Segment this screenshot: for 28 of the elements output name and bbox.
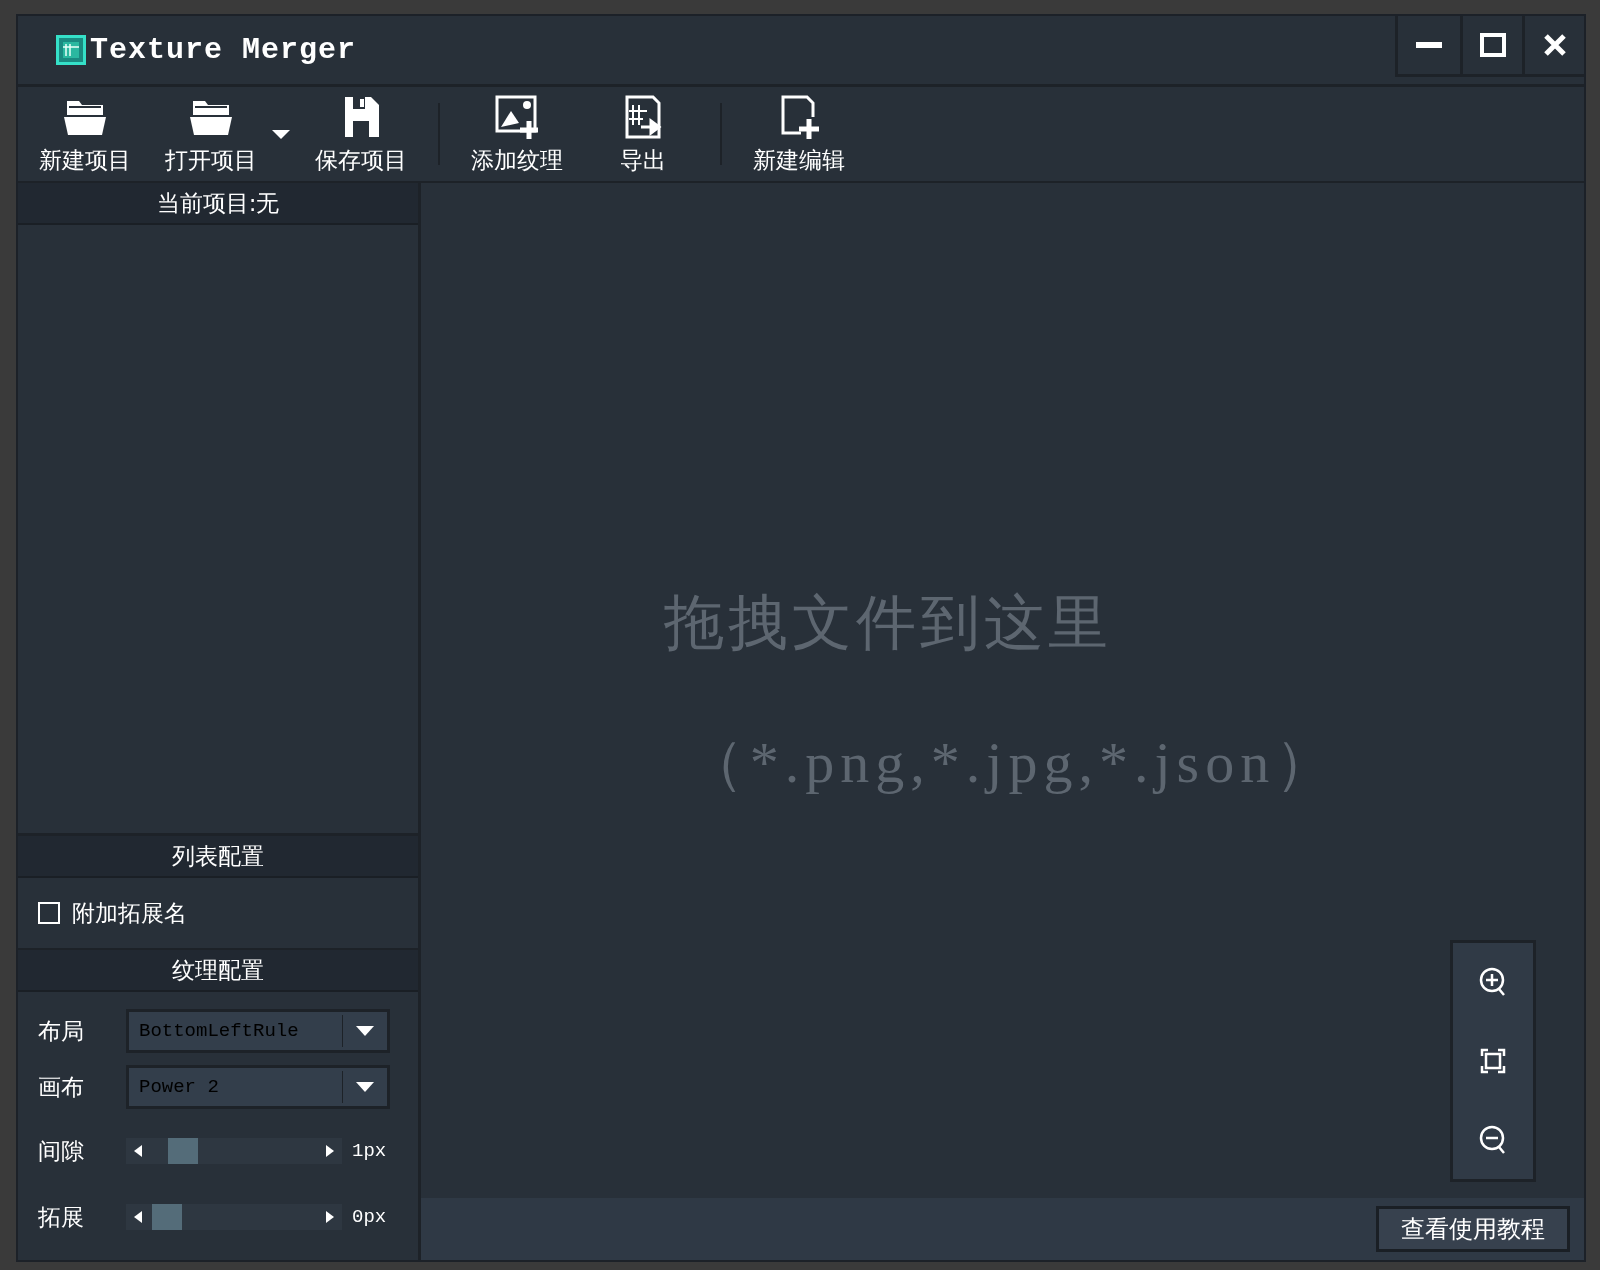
toolbar-button[interactable]: 保存项目 xyxy=(298,92,424,176)
field-label: 布局 xyxy=(38,1016,85,1046)
dropdown-caret-icon[interactable] xyxy=(270,127,292,141)
checkbox-label: 附加拓展名 xyxy=(72,898,187,928)
toolbar-button[interactable]: 导出 xyxy=(580,92,706,176)
slider[interactable] xyxy=(126,1204,342,1230)
toolbar-button[interactable]: 打开项目 xyxy=(148,92,274,176)
checkbox[interactable] xyxy=(38,902,60,924)
toolbar-button[interactable]: 新建编辑 xyxy=(736,92,862,176)
panel-header: 列表配置 xyxy=(18,836,418,878)
maximize-icon xyxy=(1479,33,1506,57)
toolbar-button[interactable]: 新建项目 xyxy=(22,92,148,176)
close-icon xyxy=(1542,33,1567,57)
window-title: Texture Merger xyxy=(90,33,357,67)
slider-thumb[interactable] xyxy=(167,1138,198,1164)
field-label: 画布 xyxy=(38,1072,85,1102)
tutorial-button[interactable]: 查看使用教程 xyxy=(1376,1206,1570,1252)
panel-header: 当前项目:无 xyxy=(18,183,418,225)
slider-value: 0px xyxy=(352,1206,387,1228)
slider-thumb[interactable] xyxy=(151,1204,182,1230)
minimize-icon xyxy=(1416,41,1442,49)
toolbar-button[interactable]: 添加纹理 xyxy=(454,92,580,176)
slider-value: 1px xyxy=(352,1140,387,1162)
field-label: 拓展 xyxy=(38,1202,85,1232)
field-label: 间隙 xyxy=(38,1136,85,1166)
panel-header: 纹理配置 xyxy=(18,950,418,992)
slider[interactable] xyxy=(126,1138,342,1164)
app-logo-icon xyxy=(56,35,86,65)
